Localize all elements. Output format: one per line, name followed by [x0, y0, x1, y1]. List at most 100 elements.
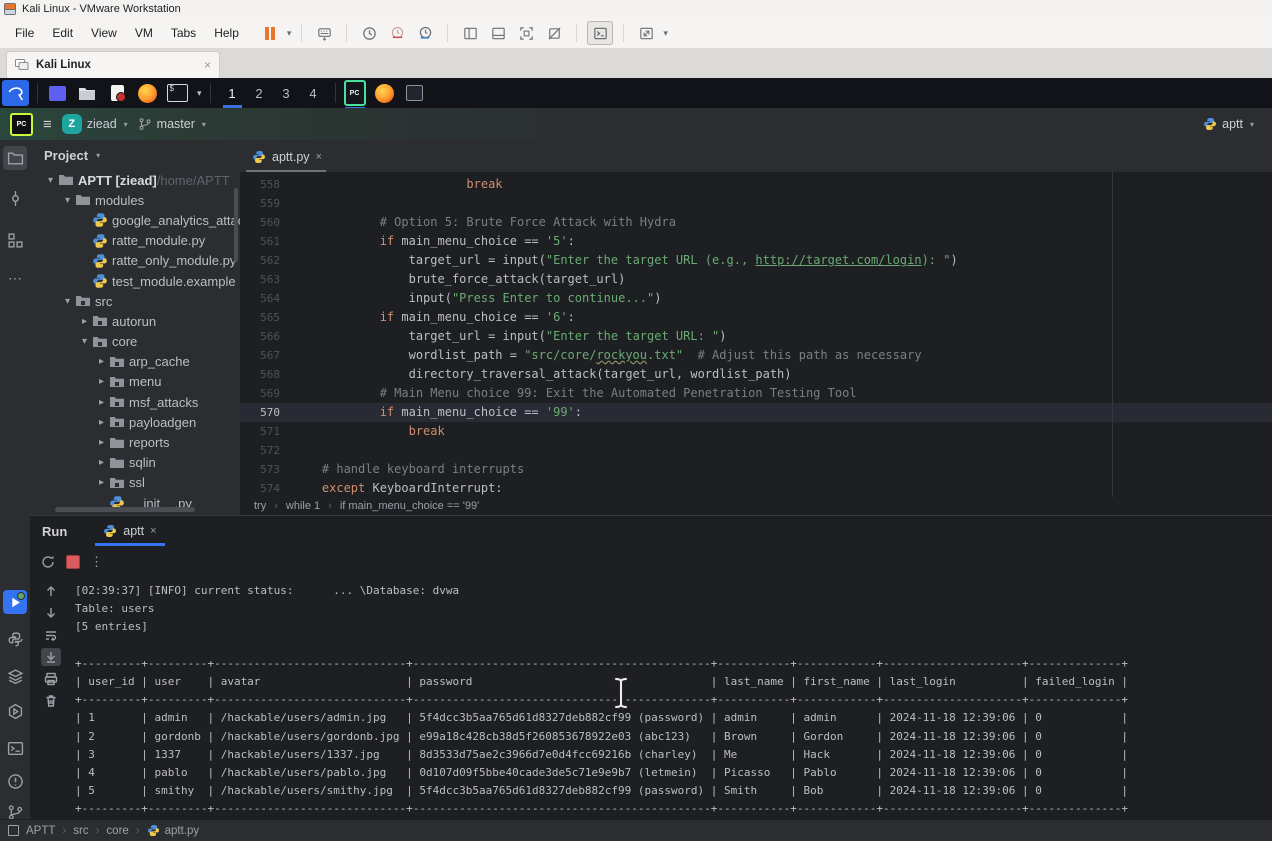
breadcrumb-item[interactable]: if main_menu_choice == '99' — [340, 500, 479, 512]
project-header[interactable]: Project ▾ — [30, 140, 240, 170]
more-options-icon[interactable]: ⋮ — [90, 554, 104, 570]
manage-snapshots-button[interactable] — [413, 22, 437, 44]
project-tool-button[interactable] — [3, 146, 27, 170]
commit-tool-button[interactable] — [3, 186, 27, 210]
stop-button[interactable] — [66, 555, 80, 569]
fit-guest-dropdown-caret[interactable]: ▾ — [663, 28, 668, 39]
file-manager-button[interactable] — [76, 82, 98, 104]
print-icon[interactable] — [41, 670, 61, 688]
status-crumb-src[interactable]: src — [73, 825, 88, 837]
main-menu-icon[interactable]: ≡ — [43, 116, 52, 133]
unity-mode-button[interactable] — [542, 22, 566, 44]
run-tool-button[interactable] — [3, 590, 27, 614]
close-icon[interactable]: × — [150, 525, 156, 537]
tree-item-aptt-ziead-[interactable]: ▾APTT [ziead] /home/APTT — [30, 170, 240, 190]
menu-view[interactable]: View — [82, 22, 126, 44]
line-number[interactable]: 573 — [240, 460, 293, 479]
status-file[interactable]: aptt.py — [147, 824, 200, 837]
structure-tool-button[interactable] — [3, 228, 27, 252]
tree-item-sqlin[interactable]: ▸sqlin — [30, 453, 240, 473]
status-crumb-core[interactable]: core — [106, 825, 128, 837]
soft-wrap-icon[interactable] — [41, 626, 61, 644]
scroll-to-end-icon[interactable] — [41, 648, 61, 666]
breadcrumb-item[interactable]: while 1 — [286, 500, 320, 512]
more-tool-windows-icon[interactable]: ⋯ — [3, 266, 27, 290]
line-number[interactable]: 559 — [240, 194, 293, 213]
tree-item-ratte-only-module-py[interactable]: ratte_only_module.py — [30, 251, 240, 271]
breadcrumb-item[interactable]: try — [254, 500, 266, 512]
menu-edit[interactable]: Edit — [43, 22, 82, 44]
pause-dropdown-caret[interactable]: ▾ — [287, 28, 292, 39]
show-desktop-button[interactable] — [46, 82, 68, 104]
tree-item-payloadgen[interactable]: ▸payloadgen — [30, 412, 240, 432]
project-vertical-scrollbar[interactable] — [234, 188, 238, 262]
firefox-button[interactable] — [136, 82, 158, 104]
python-console-tool-button[interactable] — [3, 699, 27, 723]
workspace-button-3[interactable]: 3 — [273, 78, 300, 108]
line-number[interactable]: 570 — [240, 403, 293, 422]
tree-item-core[interactable]: ▾core — [30, 332, 240, 352]
tree-item-reports[interactable]: ▸reports — [30, 432, 240, 452]
firefox-taskbar-button[interactable] — [374, 82, 396, 104]
tree-item-arp-cache[interactable]: ▸arp_cache — [30, 352, 240, 372]
scroll-up-icon[interactable] — [41, 582, 61, 600]
line-number[interactable]: 560 — [240, 213, 293, 232]
vm-tab-kali-linux[interactable]: Kali Linux × — [6, 51, 220, 78]
pycharm-taskbar-button[interactable]: PC — [344, 82, 366, 104]
workspace-button-1[interactable]: 1 — [219, 78, 246, 108]
code-editor[interactable]: 558 break559560 # Option 5: Brute Force … — [240, 172, 1272, 497]
revert-snapshot-button[interactable] — [385, 22, 409, 44]
tree-item-test-module-example[interactable]: test_module.example — [30, 271, 240, 291]
line-number[interactable]: 558 — [240, 175, 293, 194]
services-tool-button[interactable] — [3, 664, 27, 688]
app-window-button[interactable] — [404, 82, 426, 104]
line-number[interactable]: 567 — [240, 346, 293, 365]
line-number[interactable]: 562 — [240, 251, 293, 270]
console-view-button[interactable] — [587, 21, 613, 45]
pause-vm-button[interactable] — [258, 22, 282, 44]
line-number[interactable]: 569 — [240, 384, 293, 403]
kali-menu-button[interactable] — [2, 80, 29, 106]
workspace-button-4[interactable]: 4 — [300, 78, 327, 108]
take-snapshot-button[interactable] — [357, 22, 381, 44]
tree-item-modules[interactable]: ▾modules — [30, 190, 240, 210]
terminal-dropdown-caret[interactable]: ▾ — [197, 88, 202, 99]
python-packages-tool-button[interactable] — [3, 627, 27, 651]
workspace-button-2[interactable]: 2 — [246, 78, 273, 108]
menu-help[interactable]: Help — [205, 22, 248, 44]
tree-item-google-analytics-attack-[interactable]: google_analytics_attack. — [30, 210, 240, 230]
line-number[interactable]: 568 — [240, 365, 293, 384]
tree-item-autorun[interactable]: ▸autorun — [30, 311, 240, 331]
menu-vm[interactable]: VM — [126, 22, 162, 44]
fit-guest-button[interactable] — [634, 22, 658, 44]
scroll-down-icon[interactable] — [41, 604, 61, 622]
menu-tabs[interactable]: Tabs — [162, 22, 205, 44]
line-number[interactable]: 561 — [240, 232, 293, 251]
console-output[interactable]: [02:39:37] [INFO] current status: ... \D… — [75, 582, 1272, 821]
show-library-button[interactable] — [458, 22, 482, 44]
line-number[interactable]: 572 — [240, 441, 293, 460]
status-crumb-aptt[interactable]: APTT — [26, 825, 55, 837]
project-widget[interactable]: Z ziead ▾ — [62, 114, 128, 134]
terminal-tool-button[interactable] — [3, 736, 27, 760]
problems-tool-button[interactable] — [3, 769, 27, 793]
clear-all-icon[interactable] — [41, 692, 61, 710]
run-configuration-widget[interactable]: aptt ▾ — [1203, 117, 1262, 131]
tree-item-msf-attacks[interactable]: ▸msf_attacks — [30, 392, 240, 412]
terminal-button[interactable] — [166, 82, 188, 104]
line-number[interactable]: 565 — [240, 308, 293, 327]
line-number[interactable]: 571 — [240, 422, 293, 441]
menu-file[interactable]: File — [6, 22, 43, 44]
vm-tab-close-icon[interactable]: × — [204, 59, 211, 71]
text-editor-button[interactable] — [106, 82, 128, 104]
vcs-widget[interactable]: master ▾ — [138, 117, 206, 131]
line-number[interactable]: 564 — [240, 289, 293, 308]
tree-item-menu[interactable]: ▸menu — [30, 372, 240, 392]
line-number[interactable]: 563 — [240, 270, 293, 289]
project-horizontal-scrollbar[interactable] — [55, 507, 195, 512]
show-thumbnail-bar-button[interactable] — [486, 22, 510, 44]
run-tab-aptt[interactable]: aptt × — [95, 516, 164, 546]
line-number[interactable]: 574 — [240, 479, 293, 497]
tree-item-src[interactable]: ▾src — [30, 291, 240, 311]
send-ctrl-alt-del-button[interactable] — [312, 22, 336, 44]
